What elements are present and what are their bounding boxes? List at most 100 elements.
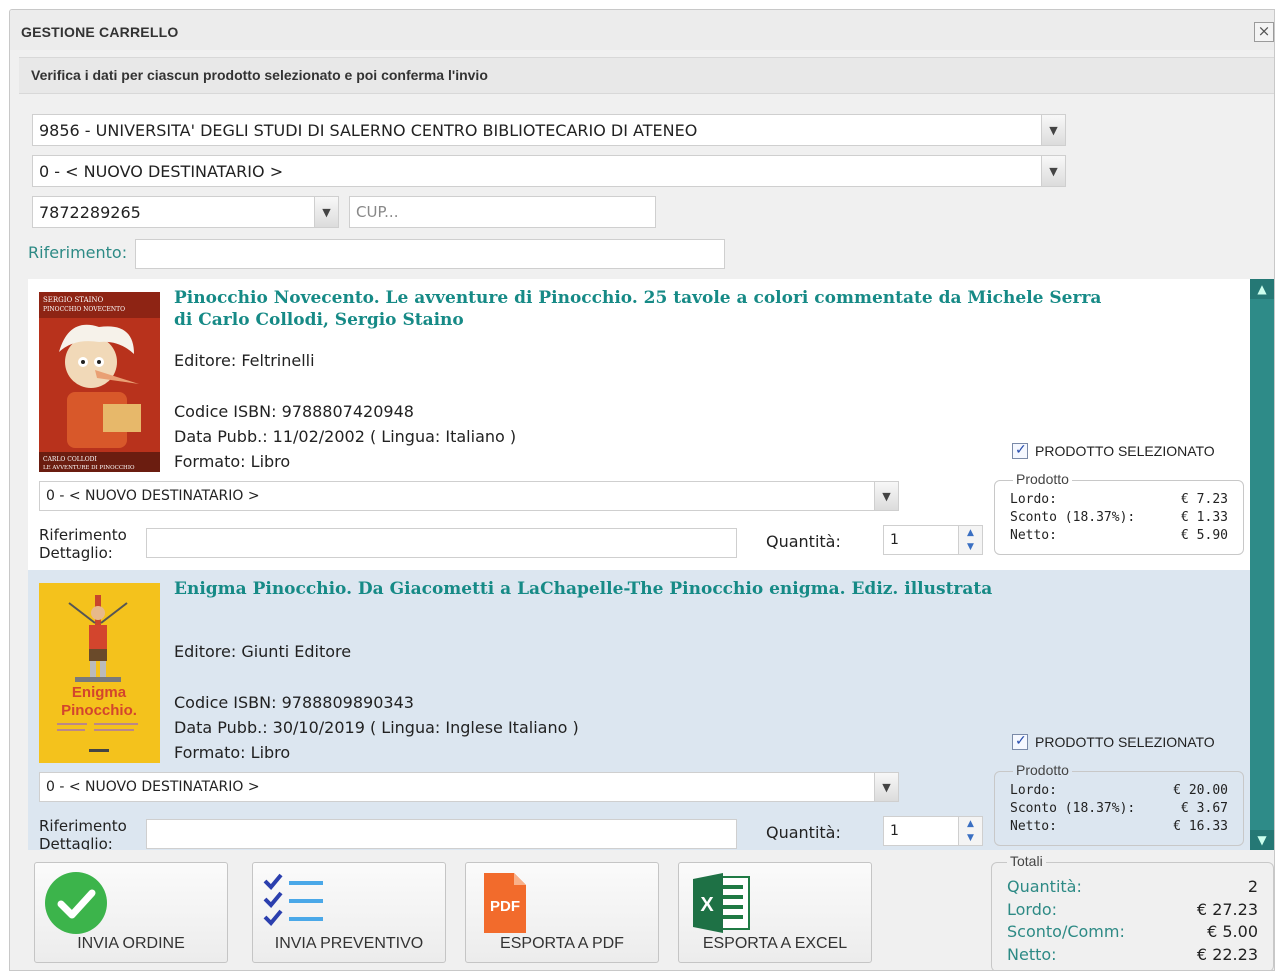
ente-select[interactable]: 9856 - UNIVERSITA' DEGLI STUDI DI SALERN… [32,114,1066,146]
product-formato: Formato: Libro [174,452,291,471]
list-scrollbar[interactable]: ▲ ▼ [1250,279,1274,850]
quantita-stepper[interactable]: 1 ▲ ▼ [883,525,983,555]
footer-actions: INVIA ORDINE INVIA PREVENTIVO PDF ESPORT… [10,852,1274,970]
quantita-value[interactable]: 1 [890,532,899,548]
netto-value: € 5.90 [1181,528,1228,543]
sconto-value: € 1.33 [1181,510,1228,525]
chevron-down-icon[interactable]: ▼ [874,773,898,801]
cover-author-bottom: CARLO COLLODI [43,456,97,463]
product-item: SERGIO STAINO PINOCCHIO NOVECENTO CARLO … [28,279,1250,571]
quantita-stepper[interactable]: 1 ▲ ▼ [883,816,983,846]
close-icon[interactable]: × [1254,22,1274,42]
product-isbn: Codice ISBN: 9788807420948 [174,402,414,421]
spinner[interactable]: ▲ ▼ [958,817,982,845]
chevron-down-icon[interactable]: ▼ [1041,156,1065,186]
price-netto-row: Netto: € 5.90 [1010,528,1228,543]
pdf-icon-text: PDF [490,898,520,915]
scroll-up-icon[interactable]: ▲ [1250,279,1274,299]
rif-label-line1: Riferimento [39,526,127,544]
checkbox-checked-icon[interactable] [1012,441,1028,459]
invia-ordine-button[interactable]: INVIA ORDINE [34,862,228,963]
spin-down-icon[interactable]: ▼ [959,540,982,554]
totals-sconto-value: € 5.00 [1207,922,1258,941]
rif-label-line2: Dettaglio: [39,544,113,562]
riferimento-input[interactable] [135,239,725,269]
book-cover-image: Enigma Pinocchio. [39,583,160,763]
chevron-down-icon[interactable]: ▼ [1041,115,1065,145]
product-data-pubb: Data Pubb.: 30/10/2019 ( Lingua: Inglese… [174,718,579,737]
excel-icon-text: X [700,894,714,916]
esporta-pdf-label: ESPORTA A PDF [500,935,624,952]
totals-netto-row: Netto: € 22.23 [1007,945,1258,964]
spinner[interactable]: ▲ ▼ [958,526,982,554]
totals-quantita-value: 2 [1247,877,1258,896]
spin-up-icon[interactable]: ▲ [959,526,982,540]
netto-label: Netto: [1010,819,1057,834]
spin-up-icon[interactable]: ▲ [959,817,982,831]
product-destinatario-select[interactable]: 0 - < NUOVO DESTINATARIO > ▼ [39,772,899,802]
chevron-down-icon[interactable]: ▼ [314,197,338,227]
excel-file-icon: X [693,873,750,933]
totals-quantita-label: Quantità: [1007,877,1082,896]
scroll-down-icon[interactable]: ▼ [1250,830,1274,850]
product-list: SERGIO STAINO PINOCCHIO NOVECENTO CARLO … [28,279,1274,850]
product-price-box: Prodotto Lordo: € 20.00 Sconto (18.37%):… [994,762,1244,846]
spin-down-icon[interactable]: ▼ [959,831,982,845]
dialog-title: GESTIONE CARRELLO [21,24,179,40]
book-cover-image: SERGIO STAINO PINOCCHIO NOVECENTO CARLO … [39,292,160,472]
gestione-carrello-dialog: GESTIONE CARRELLO × Verifica i dati per … [9,9,1275,971]
invia-preventivo-label: INVIA PREVENTIVO [274,935,424,952]
quantita-value[interactable]: 1 [890,823,899,839]
riferimento-dettaglio-input[interactable] [146,528,737,558]
cig-select[interactable]: 7872289265 ▼ [32,196,339,228]
invia-preventivo-button[interactable]: INVIA PREVENTIVO [252,862,446,963]
quantita-label: Quantità: [766,532,841,551]
ente-value: 9856 - UNIVERSITA' DEGLI STUDI DI SALERN… [39,121,698,140]
lordo-value: € 7.23 [1181,492,1228,507]
totals-lordo-row: Lordo: € 27.23 [1007,900,1258,919]
destinatario-select[interactable]: 0 - < NUOVO DESTINATARIO > ▼ [32,155,1066,187]
rif-label-line1: Riferimento [39,817,127,835]
checkbox-checked-icon[interactable] [1012,732,1028,750]
riferimento-dettaglio-label: Riferimento Dettaglio: [39,526,127,562]
esporta-excel-label: ESPORTA A EXCEL [702,935,848,952]
product-title[interactable]: Pinocchio Novecento. Le avventure di Pin… [174,287,1174,331]
totals-netto-value: € 22.23 [1196,945,1258,964]
totals-quantita-row: Quantità: 2 [1007,877,1258,896]
product-destinatario-select[interactable]: 0 - < NUOVO DESTINATARIO > ▼ [39,481,899,511]
title-bar: GESTIONE CARRELLO × [10,10,1274,50]
prodotto-selezionato-checkbox[interactable]: PRODOTTO SELEZIONATO [1012,441,1215,459]
product-title[interactable]: Enigma Pinocchio. Da Giacometti a LaChap… [174,578,1174,600]
cover-title-line2: Pinocchio. [61,702,137,719]
esporta-excel-button[interactable]: X ESPORTA A EXCEL [678,862,872,963]
sconto-label: Sconto (18.37%): [1010,801,1136,816]
sconto-label: Sconto (18.37%): [1010,510,1136,525]
cup-input[interactable]: CUP... [349,196,656,228]
product-destinatario-value: 0 - < NUOVO DESTINATARIO > [46,779,260,795]
product-title-text[interactable]: Enigma Pinocchio. Da Giacometti a LaChap… [174,578,1174,600]
price-netto-row: Netto: € 16.33 [1010,819,1228,834]
cover-author-top: SERGIO STAINO [43,296,104,304]
riferimento-label: Riferimento: [28,243,128,262]
netto-label: Netto: [1010,528,1057,543]
esporta-pdf-button[interactable]: PDF ESPORTA A PDF [465,862,659,963]
chevron-down-icon[interactable]: ▼ [874,482,898,510]
product-formato: Formato: Libro [174,743,291,762]
netto-value: € 16.33 [1173,819,1228,834]
lordo-label: Lordo: [1010,783,1057,798]
cover-title-line1: Enigma [72,684,127,701]
product-title-text[interactable]: Pinocchio Novecento. Le avventure di Pin… [174,287,1174,309]
lordo-value: € 20.00 [1173,783,1228,798]
product-isbn: Codice ISBN: 9788809890343 [174,693,414,712]
instructions-text: Verifica i dati per ciascun prodotto sel… [31,67,488,83]
cover-title-bottom: LE AVVENTURE DI PINOCCHIO [43,465,135,471]
cup-placeholder: CUP... [356,203,399,221]
totals-sconto-label: Sconto/Comm: [1007,922,1125,941]
product-item: Enigma Pinocchio. Enigma Pinocchio. Da G… [28,570,1250,850]
price-lordo-row: Lordo: € 20.00 [1010,783,1228,798]
price-lordo-row: Lordo: € 7.23 [1010,492,1228,507]
check-circle-icon [45,872,107,934]
destinatario-value: 0 - < NUOVO DESTINATARIO > [39,162,284,181]
prodotto-selezionato-checkbox[interactable]: PRODOTTO SELEZIONATO [1012,732,1215,750]
riferimento-dettaglio-input[interactable] [146,819,737,849]
